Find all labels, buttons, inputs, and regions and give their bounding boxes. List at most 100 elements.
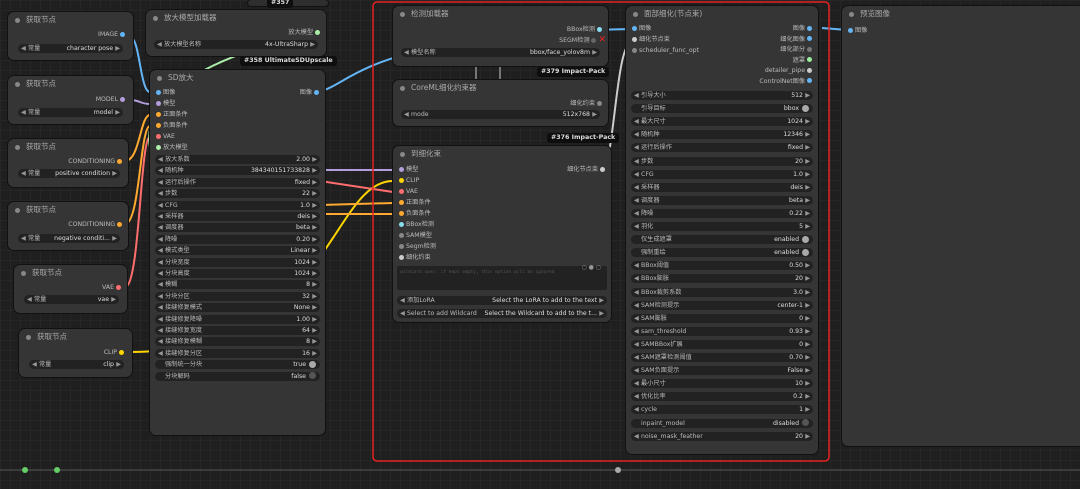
- coreml-detailer-hook[interactable]: CoreML细化约束器 细化约束 ◀ mode 512x768 ▶: [393, 80, 608, 126]
- get-node-clip[interactable]: 获取节点 CLIP ◀ 常量 clip ▶: [19, 329, 132, 377]
- input-port[interactable]: 细化节点束: [632, 35, 670, 44]
- output-port[interactable]: 细化图像: [780, 35, 812, 44]
- output-port[interactable]: ControlNet图像: [759, 77, 812, 86]
- param-widget[interactable]: ◀ 随机种 384340151733828 ▶: [155, 166, 320, 176]
- param-widget[interactable]: ◀ 采样器 deis ▶: [155, 212, 320, 221]
- mode-select[interactable]: ◀ mode 512x768 ▶: [401, 110, 600, 119]
- detector-loader[interactable]: 检测加载器 BBox检测 SEGM检测 ✕ ◀ 模型名称 bbox/face_yol…: [393, 6, 608, 66]
- constant-select[interactable]: ◀ 常量 clip ▶: [29, 360, 124, 369]
- constant-select[interactable]: ◀ 常量 negative conditi... ▶: [18, 234, 120, 243]
- model-name-select[interactable]: ◀ 模型名称 bbox/face_yolov8m ▶: [401, 48, 600, 57]
- param-widget[interactable]: ◀ 步数 20 ▶: [631, 156, 813, 166]
- input-port[interactable]: 细化约束: [399, 253, 431, 262]
- param-widget[interactable]: ◀ SAM膨胀 0 ▶: [631, 313, 813, 323]
- toggle-widget[interactable]: 分块解码 false: [155, 371, 320, 381]
- output-port-segm[interactable]: SEGM检测 ✕: [559, 36, 606, 45]
- param-widget[interactable]: ◀ 步数 22 ▶: [155, 189, 320, 199]
- param-widget[interactable]: ◀ CFG 1.0 ▶: [155, 200, 320, 210]
- input-port[interactable]: 图像: [632, 24, 651, 33]
- param-widget[interactable]: ◀ 调度器 beta ▶: [631, 195, 813, 205]
- input-port[interactable]: 负面条件: [399, 209, 431, 218]
- param-widget[interactable]: ◀ 接缝修复模式 None ▶: [155, 303, 320, 313]
- output-port-detailer-pipe[interactable]: 细化节点束: [567, 165, 605, 174]
- param-widget[interactable]: ◀ 随机种 12346 ▶: [631, 130, 813, 140]
- param-widget[interactable]: 仅生成遮罩 enabled: [631, 235, 813, 245]
- param-widget[interactable]: ◀ 模糊 8 ▶: [155, 280, 320, 290]
- input-port[interactable]: 放大模型: [156, 143, 188, 152]
- input-port[interactable]: 负面条件: [156, 121, 188, 130]
- output-port-hook[interactable]: 细化约束: [570, 99, 602, 108]
- preview-image-node[interactable]: 预览图像 图像: [842, 6, 1080, 446]
- textarea-controls-icon[interactable]: ○ ● ○: [581, 264, 601, 271]
- output-port-clip[interactable]: CLIP: [104, 348, 124, 357]
- output-port-vae[interactable]: VAE: [102, 283, 121, 292]
- param-widget[interactable]: ◀ 接缝修复分区 16 ▶: [155, 348, 320, 358]
- param-widget[interactable]: ◀ 分块分区 32 ▶: [155, 291, 320, 301]
- param-widget[interactable]: ◀ 分块高度 1024 ▶: [155, 269, 320, 278]
- wildcard-textarea[interactable]: wildcard spec: if kept empty, this optio…: [397, 264, 607, 290]
- constant-select[interactable]: ◀ 常量 model ▶: [18, 108, 123, 117]
- input-port[interactable]: SAM模型: [399, 231, 432, 240]
- param-widget[interactable]: ◀ 接缝修复宽度 64 ▶: [155, 326, 320, 335]
- param-widget[interactable]: ◀ 运行后操作 fixed ▶: [155, 177, 320, 187]
- output-port-bbox[interactable]: BBox检测: [567, 25, 602, 34]
- param-widget[interactable]: ◀ 分块宽度 1024 ▶: [155, 257, 320, 267]
- param-widget[interactable]: ◀ BBox膨胀 20 ▶: [631, 274, 813, 284]
- param-widget[interactable]: ◀ 接缝修复降噪 1.00 ▶: [155, 314, 320, 324]
- param-widget[interactable]: ◀ BBox阈值 0.50 ▶: [631, 261, 813, 271]
- output-port[interactable]: 遮罩: [793, 56, 812, 65]
- input-port[interactable]: CLIP: [399, 176, 419, 185]
- face-detailer-pipe[interactable]: 面部细化(节点束) 图像 细化节点束 scheduler_func_opt 图像 …: [626, 6, 818, 454]
- input-port-image[interactable]: 图像: [848, 26, 867, 35]
- param-widget[interactable]: ◀ 引导大小 512 ▶: [631, 91, 813, 100]
- param-widget[interactable]: ◀ SAM检测提示 center-1 ▶: [631, 300, 813, 310]
- output-port[interactable]: 细化部分: [780, 45, 812, 54]
- param-widget[interactable]: ◀ 最大尺寸 1024 ▶: [631, 117, 813, 127]
- param-widget[interactable]: ◀ noise_mask_feather 20 ▶: [631, 431, 813, 441]
- output-port-conditioning[interactable]: CONDITIONING: [68, 157, 122, 166]
- upscale-model-loader[interactable]: 放大模型加载器 放大模型 ◀ 放大模型名称 4x-UltraSharp ▶: [146, 10, 326, 56]
- toggle-widget[interactable]: 强制统一分块 true: [155, 360, 320, 370]
- param-widget[interactable]: ◀ 放大系数 2.00 ▶: [155, 155, 320, 164]
- input-port[interactable]: scheduler_func_opt: [632, 46, 699, 55]
- get-node-positive[interactable]: 获取节点 CONDITIONING ◀ 常量 positive condition ▶: [8, 139, 128, 187]
- get-node-image[interactable]: 获取节点 IMAGE ◀ 常量 character pose ▶: [8, 12, 133, 60]
- model-name-select[interactable]: ◀ 放大模型名称 4x-UltraSharp ▶: [154, 40, 318, 49]
- add-wildcard-select[interactable]: ◀ Select to add Wildcard Select the Wildca…: [397, 309, 607, 318]
- param-widget[interactable]: ◀ 模式类型 Linear ▶: [155, 246, 320, 256]
- param-widget[interactable]: ◀ 降噪 0.22 ▶: [631, 208, 813, 218]
- constant-select[interactable]: ◀ 常量 vae ▶: [24, 295, 119, 304]
- param-widget[interactable]: ◀ 调度器 beta ▶: [155, 223, 320, 233]
- param-widget[interactable]: inpaint_model disabled: [631, 418, 813, 428]
- input-port[interactable]: VAE: [399, 187, 418, 196]
- input-port[interactable]: 正面条件: [399, 198, 431, 207]
- input-port[interactable]: Segm检测: [399, 242, 436, 251]
- param-widget[interactable]: ◀ CFG 1.0 ▶: [631, 169, 813, 179]
- constant-select[interactable]: ◀ 常量 character pose ▶: [18, 44, 123, 53]
- get-node-model[interactable]: 获取节点 MODEL ◀ 常量 model ▶: [8, 76, 133, 124]
- param-widget[interactable]: ◀ cycle 1 ▶: [631, 405, 813, 415]
- param-widget[interactable]: ◀ 优化比率 0.2 ▶: [631, 392, 813, 402]
- input-port[interactable]: 模型: [399, 165, 418, 174]
- param-widget[interactable]: ◀ SAMBBox扩展 0 ▶: [631, 339, 813, 349]
- param-widget[interactable]: ◀ SAM负面提示 False ▶: [631, 366, 813, 376]
- output-port[interactable]: detailer_pipe: [765, 66, 812, 75]
- output-port-model[interactable]: MODEL: [96, 95, 125, 104]
- param-widget[interactable]: ◀ 羽化 5 ▶: [631, 222, 813, 231]
- output-port[interactable]: 图像: [793, 24, 812, 33]
- get-node-vae[interactable]: 获取节点 VAE ◀ 常量 vae ▶: [14, 265, 127, 313]
- input-port[interactable]: 正面条件: [156, 110, 188, 119]
- output-port-image[interactable]: 图像: [300, 88, 319, 97]
- input-port[interactable]: BBox检测: [399, 220, 434, 229]
- param-widget[interactable]: 强制重绘 enabled: [631, 248, 813, 258]
- input-port[interactable]: VAE: [156, 132, 175, 141]
- add-lora-select[interactable]: ◀ 添加LoRA Select the LoRA to add to the tex…: [397, 296, 607, 305]
- param-widget[interactable]: ◀ SAM遮罩检测阈值 0.70 ▶: [631, 353, 813, 362]
- get-node-negative[interactable]: 获取节点 CONDITIONING ◀ 常量 negative conditi...…: [8, 202, 128, 250]
- param-widget[interactable]: 引导目标 bbox: [631, 104, 813, 114]
- sd-upscale-node[interactable]: SD放大 图像 模型 正面条件 负面条件 VAE 放大模型 图像 ◀ 放大系数 2.0…: [150, 70, 325, 435]
- param-widget[interactable]: ◀ 接缝修复模糊 8 ▶: [155, 337, 320, 347]
- output-port-conditioning[interactable]: CONDITIONING: [68, 220, 122, 229]
- param-widget[interactable]: ◀ 降噪 0.20 ▶: [155, 234, 320, 244]
- input-port[interactable]: 模型: [156, 99, 175, 108]
